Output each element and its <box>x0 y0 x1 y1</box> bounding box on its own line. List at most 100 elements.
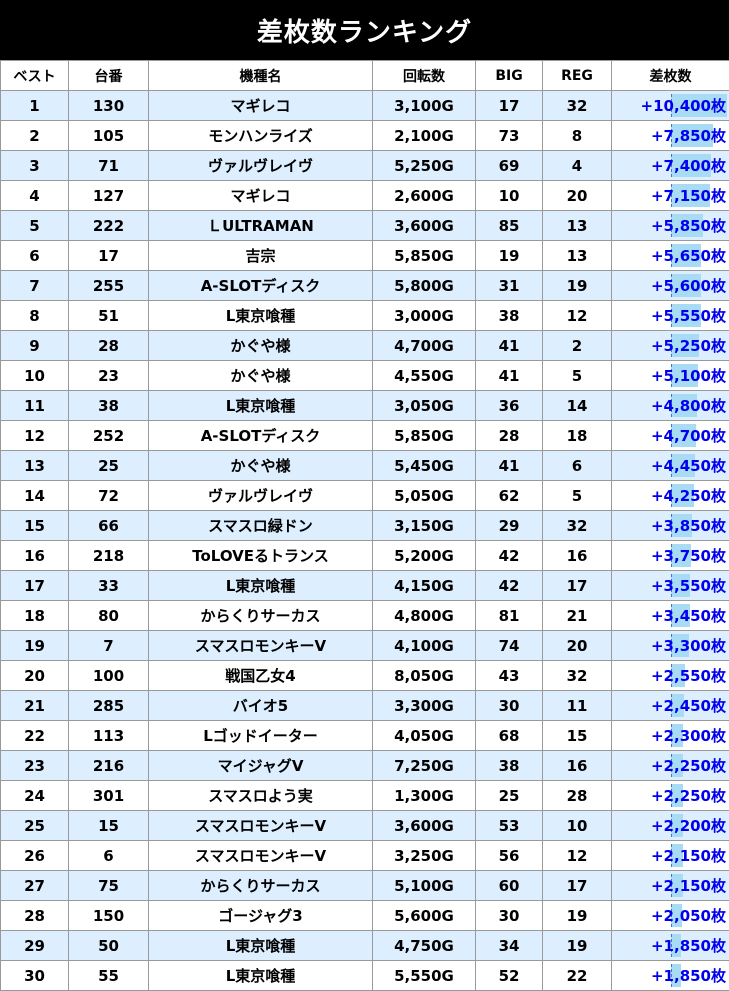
cell-big: 42 <box>475 570 543 601</box>
cell-spins: 4,100G <box>372 630 476 661</box>
table-row: 2 105 モンハンライズ 2,100G 73 8 +7,850枚 <box>0 120 729 151</box>
cell-big: 41 <box>475 360 543 391</box>
table-row: 6 17 吉宗 5,850G 19 13 +5,650枚 <box>0 240 729 271</box>
cell-spins: 5,050G <box>372 480 476 511</box>
cell-reg: 32 <box>542 510 612 541</box>
cell-name: からくりサーカス <box>148 600 373 631</box>
column-header-reg: REG <box>542 60 612 91</box>
diff-value: +2,450枚 <box>650 697 726 715</box>
cell-diff: +3,750枚 <box>611 540 729 571</box>
cell-big: 41 <box>475 330 543 361</box>
cell-diff: +2,150枚 <box>611 840 729 871</box>
cell-rank: 30 <box>0 960 69 991</box>
diff-value: +3,550枚 <box>650 577 726 595</box>
cell-rank: 28 <box>0 900 69 931</box>
cell-diff: +5,250枚 <box>611 330 729 361</box>
cell-machine-no: 216 <box>68 750 149 781</box>
cell-machine-no: 38 <box>68 390 149 421</box>
cell-reg: 32 <box>542 660 612 691</box>
column-header-diff: 差枚数 <box>611 60 729 91</box>
table-row: 16 218 ToLOVEるトランス 5,200G 42 16 +3,750枚 <box>0 540 729 571</box>
cell-machine-no: 100 <box>68 660 149 691</box>
table-row: 7 255 A-SLOTディスク 5,800G 31 19 +5,600枚 <box>0 270 729 301</box>
cell-machine-no: 17 <box>68 240 149 271</box>
table-row: 26 6 スマスロモンキーV 3,250G 56 12 +2,150枚 <box>0 840 729 871</box>
cell-big: 85 <box>475 210 543 241</box>
cell-spins: 4,700G <box>372 330 476 361</box>
cell-machine-no: 7 <box>68 630 149 661</box>
cell-name: ゴージャグ3 <box>148 900 373 931</box>
cell-machine-no: 80 <box>68 600 149 631</box>
table-row: 13 25 かぐや様 5,450G 41 6 +4,450枚 <box>0 450 729 481</box>
column-header-big: BIG <box>475 60 543 91</box>
ranking-page: 差枚数ランキング ベスト 台番 機種名 回転数 BIG REG 差枚数 1 130… <box>0 0 729 991</box>
diff-value: +3,850枚 <box>650 517 726 535</box>
cell-machine-no: 127 <box>68 180 149 211</box>
cell-reg: 18 <box>542 420 612 451</box>
cell-big: 81 <box>475 600 543 631</box>
cell-reg: 21 <box>542 600 612 631</box>
cell-name: スマスロよう実 <box>148 780 373 811</box>
cell-rank: 2 <box>0 120 69 151</box>
cell-reg: 10 <box>542 810 612 841</box>
cell-reg: 19 <box>542 270 612 301</box>
cell-reg: 22 <box>542 960 612 991</box>
cell-diff: +1,850枚 <box>611 930 729 961</box>
cell-name: 戦国乙女4 <box>148 660 373 691</box>
diff-value: +7,850枚 <box>650 127 726 145</box>
cell-machine-no: 222 <box>68 210 149 241</box>
cell-spins: 3,300G <box>372 690 476 721</box>
column-header-spins: 回転数 <box>372 60 476 91</box>
table-row: 4 127 マギレコ 2,600G 10 20 +7,150枚 <box>0 180 729 211</box>
cell-diff: +4,700枚 <box>611 420 729 451</box>
cell-machine-no: 25 <box>68 450 149 481</box>
cell-spins: 3,000G <box>372 300 476 331</box>
table-row: 28 150 ゴージャグ3 5,600G 30 19 +2,050枚 <box>0 900 729 931</box>
table-row: 20 100 戦国乙女4 8,050G 43 32 +2,550枚 <box>0 660 729 691</box>
diff-value: +5,600枚 <box>650 277 726 295</box>
cell-reg: 13 <box>542 210 612 241</box>
cell-reg: 5 <box>542 360 612 391</box>
cell-rank: 12 <box>0 420 69 451</box>
cell-diff: +2,300枚 <box>611 720 729 751</box>
cell-big: 38 <box>475 750 543 781</box>
cell-name: Lゴッドイーター <box>148 720 373 751</box>
cell-spins: 3,250G <box>372 840 476 871</box>
cell-rank: 10 <box>0 360 69 391</box>
cell-big: 69 <box>475 150 543 181</box>
cell-big: 29 <box>475 510 543 541</box>
cell-name: L東京喰種 <box>148 390 373 421</box>
cell-spins: 3,150G <box>372 510 476 541</box>
cell-machine-no: 285 <box>68 690 149 721</box>
cell-big: 34 <box>475 930 543 961</box>
cell-reg: 16 <box>542 750 612 781</box>
table-row: 9 28 かぐや様 4,700G 41 2 +5,250枚 <box>0 330 729 361</box>
cell-reg: 12 <box>542 300 612 331</box>
cell-name: ヴァルヴレイヴ <box>148 150 373 181</box>
diff-value: +3,450枚 <box>650 607 726 625</box>
cell-spins: 4,150G <box>372 570 476 601</box>
cell-reg: 17 <box>542 570 612 601</box>
table-row: 1 130 マギレコ 3,100G 17 32 +10,400枚 <box>0 90 729 121</box>
column-header-machine-no: 台番 <box>68 60 149 91</box>
diff-value: +3,300枚 <box>650 637 726 655</box>
cell-rank: 23 <box>0 750 69 781</box>
cell-diff: +7,850枚 <box>611 120 729 151</box>
cell-rank: 26 <box>0 840 69 871</box>
cell-name: L東京喰種 <box>148 930 373 961</box>
table-row: 22 113 Lゴッドイーター 4,050G 68 15 +2,300枚 <box>0 720 729 751</box>
table-row: 21 285 バイオ5 3,300G 30 11 +2,450枚 <box>0 690 729 721</box>
cell-big: 30 <box>475 690 543 721</box>
diff-value: +4,250枚 <box>650 487 726 505</box>
cell-rank: 18 <box>0 600 69 631</box>
cell-name: L東京喰種 <box>148 570 373 601</box>
cell-rank: 15 <box>0 510 69 541</box>
cell-name: ＬULTRAMAN <box>148 210 373 241</box>
cell-rank: 6 <box>0 240 69 271</box>
cell-diff: +5,850枚 <box>611 210 729 241</box>
table-row: 8 51 L東京喰種 3,000G 38 12 +5,550枚 <box>0 300 729 331</box>
cell-spins: 3,600G <box>372 210 476 241</box>
cell-spins: 3,050G <box>372 390 476 421</box>
cell-reg: 28 <box>542 780 612 811</box>
cell-spins: 1,300G <box>372 780 476 811</box>
